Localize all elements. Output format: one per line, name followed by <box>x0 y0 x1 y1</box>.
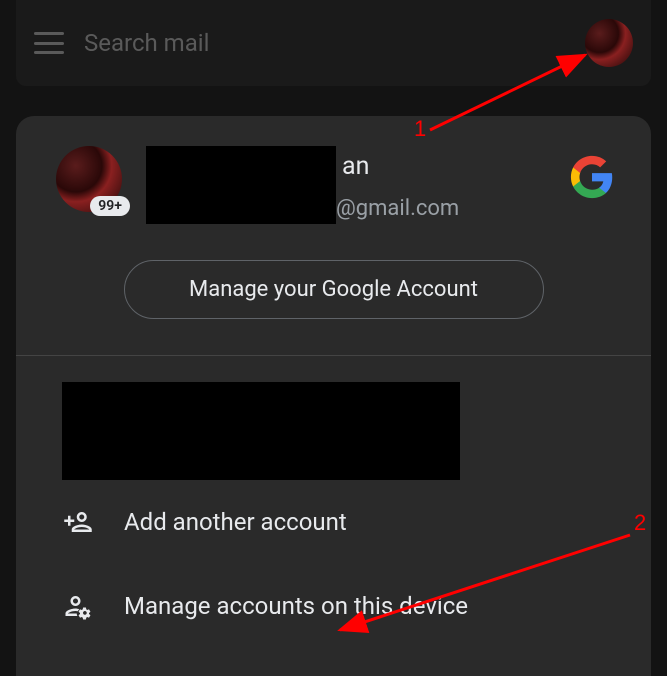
current-account-row[interactable]: 99+ an @gmail.com <box>16 146 651 224</box>
search-placeholder[interactable]: Search mail <box>84 29 565 57</box>
add-another-account-item[interactable]: Add another account <box>16 480 651 564</box>
add-account-label: Add another account <box>124 508 347 536</box>
profile-avatar-small[interactable] <box>585 19 633 67</box>
person-settings-icon <box>62 590 94 622</box>
search-bar[interactable]: Search mail <box>16 0 651 86</box>
account-name-suffix: an <box>342 152 369 181</box>
hamburger-menu-icon[interactable] <box>34 32 64 54</box>
divider <box>16 355 651 356</box>
redacted-name <box>146 146 336 224</box>
person-add-icon <box>62 506 94 538</box>
account-email-suffix: @gmail.com <box>336 196 459 221</box>
unread-badge: 99+ <box>90 196 130 216</box>
profile-avatar-large: 99+ <box>56 146 122 212</box>
account-panel: 99+ an @gmail.com Manage your Google Acc… <box>16 116 651 676</box>
manage-google-account-button[interactable]: Manage your Google Account <box>124 260 544 319</box>
google-logo-icon <box>569 154 615 200</box>
manage-accounts-device-item[interactable]: Manage accounts on this device <box>16 564 651 648</box>
redacted-secondary-account[interactable] <box>62 382 460 480</box>
manage-device-label: Manage accounts on this device <box>124 592 468 620</box>
